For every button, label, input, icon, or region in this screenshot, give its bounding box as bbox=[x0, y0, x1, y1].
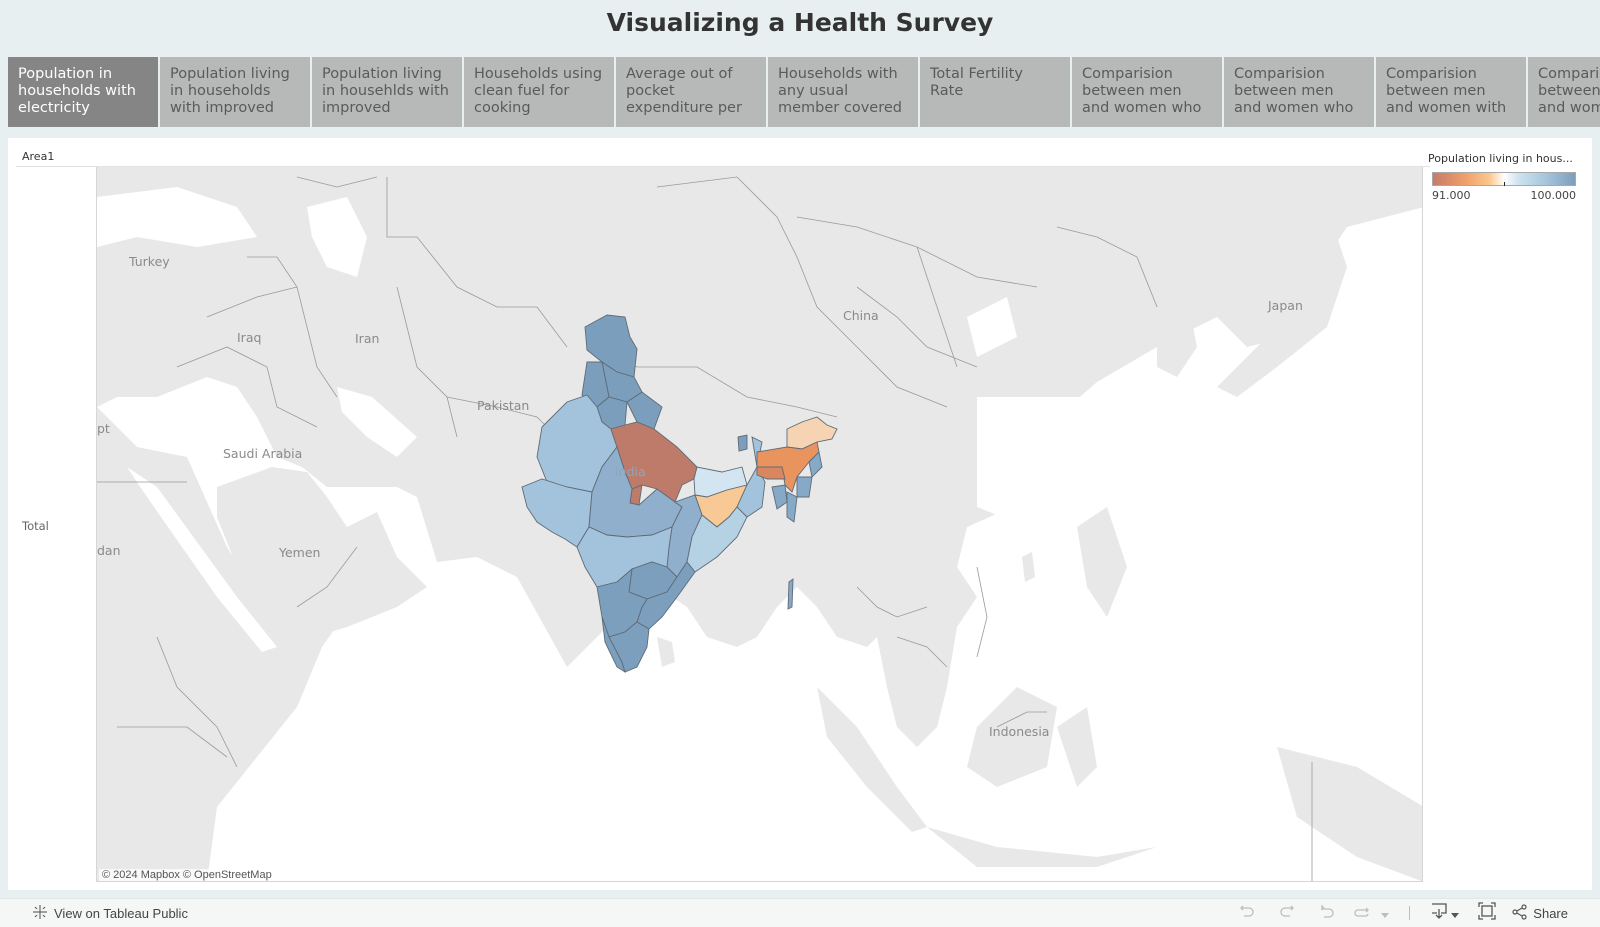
dashboard-title: Visualizing a Health Survey bbox=[606, 8, 994, 37]
map-basemap bbox=[97, 167, 1422, 881]
map-label-japan: Japan bbox=[1268, 298, 1303, 313]
share-button[interactable]: Share bbox=[1512, 901, 1568, 925]
toolbar-divider bbox=[1409, 906, 1411, 920]
revert-icon bbox=[1319, 903, 1335, 923]
map-label-sudan: dan bbox=[97, 543, 121, 558]
legend-center-tick bbox=[1504, 182, 1505, 186]
refresh-button[interactable] bbox=[1347, 901, 1377, 925]
tab-label: Comparision between men and women who bbox=[1082, 66, 1202, 116]
water-east-china-sea bbox=[977, 397, 1247, 527]
tab-label: Households using clean fuel for cooking bbox=[474, 66, 603, 116]
refresh-icon bbox=[1353, 904, 1371, 923]
state-sikkim[interactable] bbox=[737, 434, 748, 452]
tab-comparison-3[interactable]: Comparision between men and women with bbox=[1376, 57, 1526, 127]
chevron-down-icon bbox=[1381, 904, 1390, 923]
legend-min-label: 91.000 bbox=[1432, 189, 1471, 202]
map-attribution[interactable]: © 2024 Mapbox © OpenStreetMap bbox=[99, 869, 275, 881]
legend-title: Population living in hous... bbox=[1428, 152, 1573, 165]
row-header-total: Total bbox=[22, 519, 49, 533]
tab-label: Comparision between men and women bbox=[1538, 66, 1600, 116]
column-header-area1: Area1 bbox=[22, 150, 55, 163]
color-legend: Population living in hous... 91.000 100.… bbox=[1428, 152, 1588, 202]
land-java bbox=[927, 827, 1157, 867]
view-on-tableau-public-link[interactable]: View on Tableau Public bbox=[32, 904, 188, 923]
land-taiwan bbox=[1022, 552, 1035, 582]
tab-label: Average out of pocket expenditure per bbox=[626, 66, 742, 116]
tableau-toolbar: View on Tableau Public Share bbox=[0, 898, 1600, 927]
tab-out-of-pocket[interactable]: Average out of pocket expenditure per bbox=[616, 57, 766, 127]
map-label-egypt: pt bbox=[97, 421, 110, 436]
revert-button[interactable] bbox=[1307, 901, 1347, 925]
land-new-guinea bbox=[1277, 747, 1422, 881]
land-sulawesi bbox=[1057, 707, 1097, 787]
refresh-dropdown-button[interactable] bbox=[1377, 901, 1393, 925]
map-label-iraq: Iraq bbox=[237, 330, 262, 345]
redo-button[interactable] bbox=[1267, 901, 1307, 925]
sheet-tabs: Population in households with electricit… bbox=[8, 57, 1600, 127]
download-icon bbox=[1430, 902, 1448, 924]
basemap-land bbox=[97, 167, 1422, 881]
share-icon bbox=[1512, 903, 1528, 923]
legend-max-label: 100.000 bbox=[1530, 189, 1577, 202]
tab-fertility-rate[interactable]: Total Fertility Rate bbox=[920, 57, 1070, 127]
map-label-iran: Iran bbox=[355, 331, 380, 346]
tab-improved-sanitation[interactable]: Population living in househlds with impr… bbox=[312, 57, 462, 127]
map-label-india: India bbox=[615, 464, 646, 479]
tab-comparison-2[interactable]: Comparision between men and women who bbox=[1224, 57, 1374, 127]
tab-label: Comparision between men and women with bbox=[1386, 66, 1507, 116]
tab-comparison-1[interactable]: Comparision between men and women who bbox=[1072, 57, 1222, 127]
share-label: Share bbox=[1533, 905, 1568, 921]
state-andaman-nicobar[interactable] bbox=[787, 578, 794, 610]
tab-label: Population living in households with imp… bbox=[170, 66, 290, 116]
redo-icon bbox=[1279, 903, 1295, 923]
map-label-saudi-arabia: Saudi Arabia bbox=[223, 446, 303, 461]
fullscreen-icon bbox=[1478, 902, 1496, 924]
tab-label: Households with any usual member covered bbox=[778, 66, 902, 116]
tab-electricity[interactable]: Population in households with electricit… bbox=[8, 57, 158, 127]
map-label-yemen: Yemen bbox=[279, 545, 321, 560]
map-label-indonesia: Indonesia bbox=[989, 724, 1050, 739]
fullscreen-button[interactable] bbox=[1462, 901, 1512, 925]
map-label-turkey: Turkey bbox=[129, 254, 170, 269]
choropleth-map[interactable]: Turkey Iraq Iran Pakistan pt Saudi Arabi… bbox=[96, 167, 1423, 882]
tab-label: Population in households with electricit… bbox=[18, 66, 136, 116]
undo-icon bbox=[1239, 903, 1255, 923]
map-label-pakistan: Pakistan bbox=[477, 398, 530, 413]
land-philippines bbox=[1077, 507, 1127, 617]
tab-label: Total Fertility Rate bbox=[930, 66, 1023, 99]
undo-button[interactable] bbox=[1227, 901, 1267, 925]
tab-label: Comparision between men and women who bbox=[1234, 66, 1354, 116]
map-label-china: China bbox=[843, 308, 879, 323]
chevron-down-icon bbox=[1450, 904, 1459, 923]
download-button[interactable] bbox=[1426, 901, 1462, 925]
tab-insurance-coverage[interactable]: Households with any usual member covered bbox=[768, 57, 918, 127]
view-on-tableau-public-label: View on Tableau Public bbox=[54, 906, 188, 921]
toolbar-actions: Share bbox=[1227, 901, 1600, 925]
tab-clean-fuel[interactable]: Households using clean fuel for cooking bbox=[464, 57, 614, 127]
tab-improved-water[interactable]: Population living in households with imp… bbox=[160, 57, 310, 127]
viz-panel: Area1 Total Turkey Iraq Iran Pakistan pt… bbox=[8, 138, 1592, 890]
border-line bbox=[976, 566, 988, 658]
tab-comparison-4[interactable]: Comparision between men and women bbox=[1528, 57, 1600, 127]
state-manipur[interactable] bbox=[796, 476, 813, 498]
legend-color-ramp bbox=[1432, 172, 1576, 186]
tableau-logo-icon bbox=[32, 904, 48, 923]
tab-label: Population living in househlds with impr… bbox=[322, 66, 449, 116]
land-sri-lanka bbox=[657, 637, 675, 667]
